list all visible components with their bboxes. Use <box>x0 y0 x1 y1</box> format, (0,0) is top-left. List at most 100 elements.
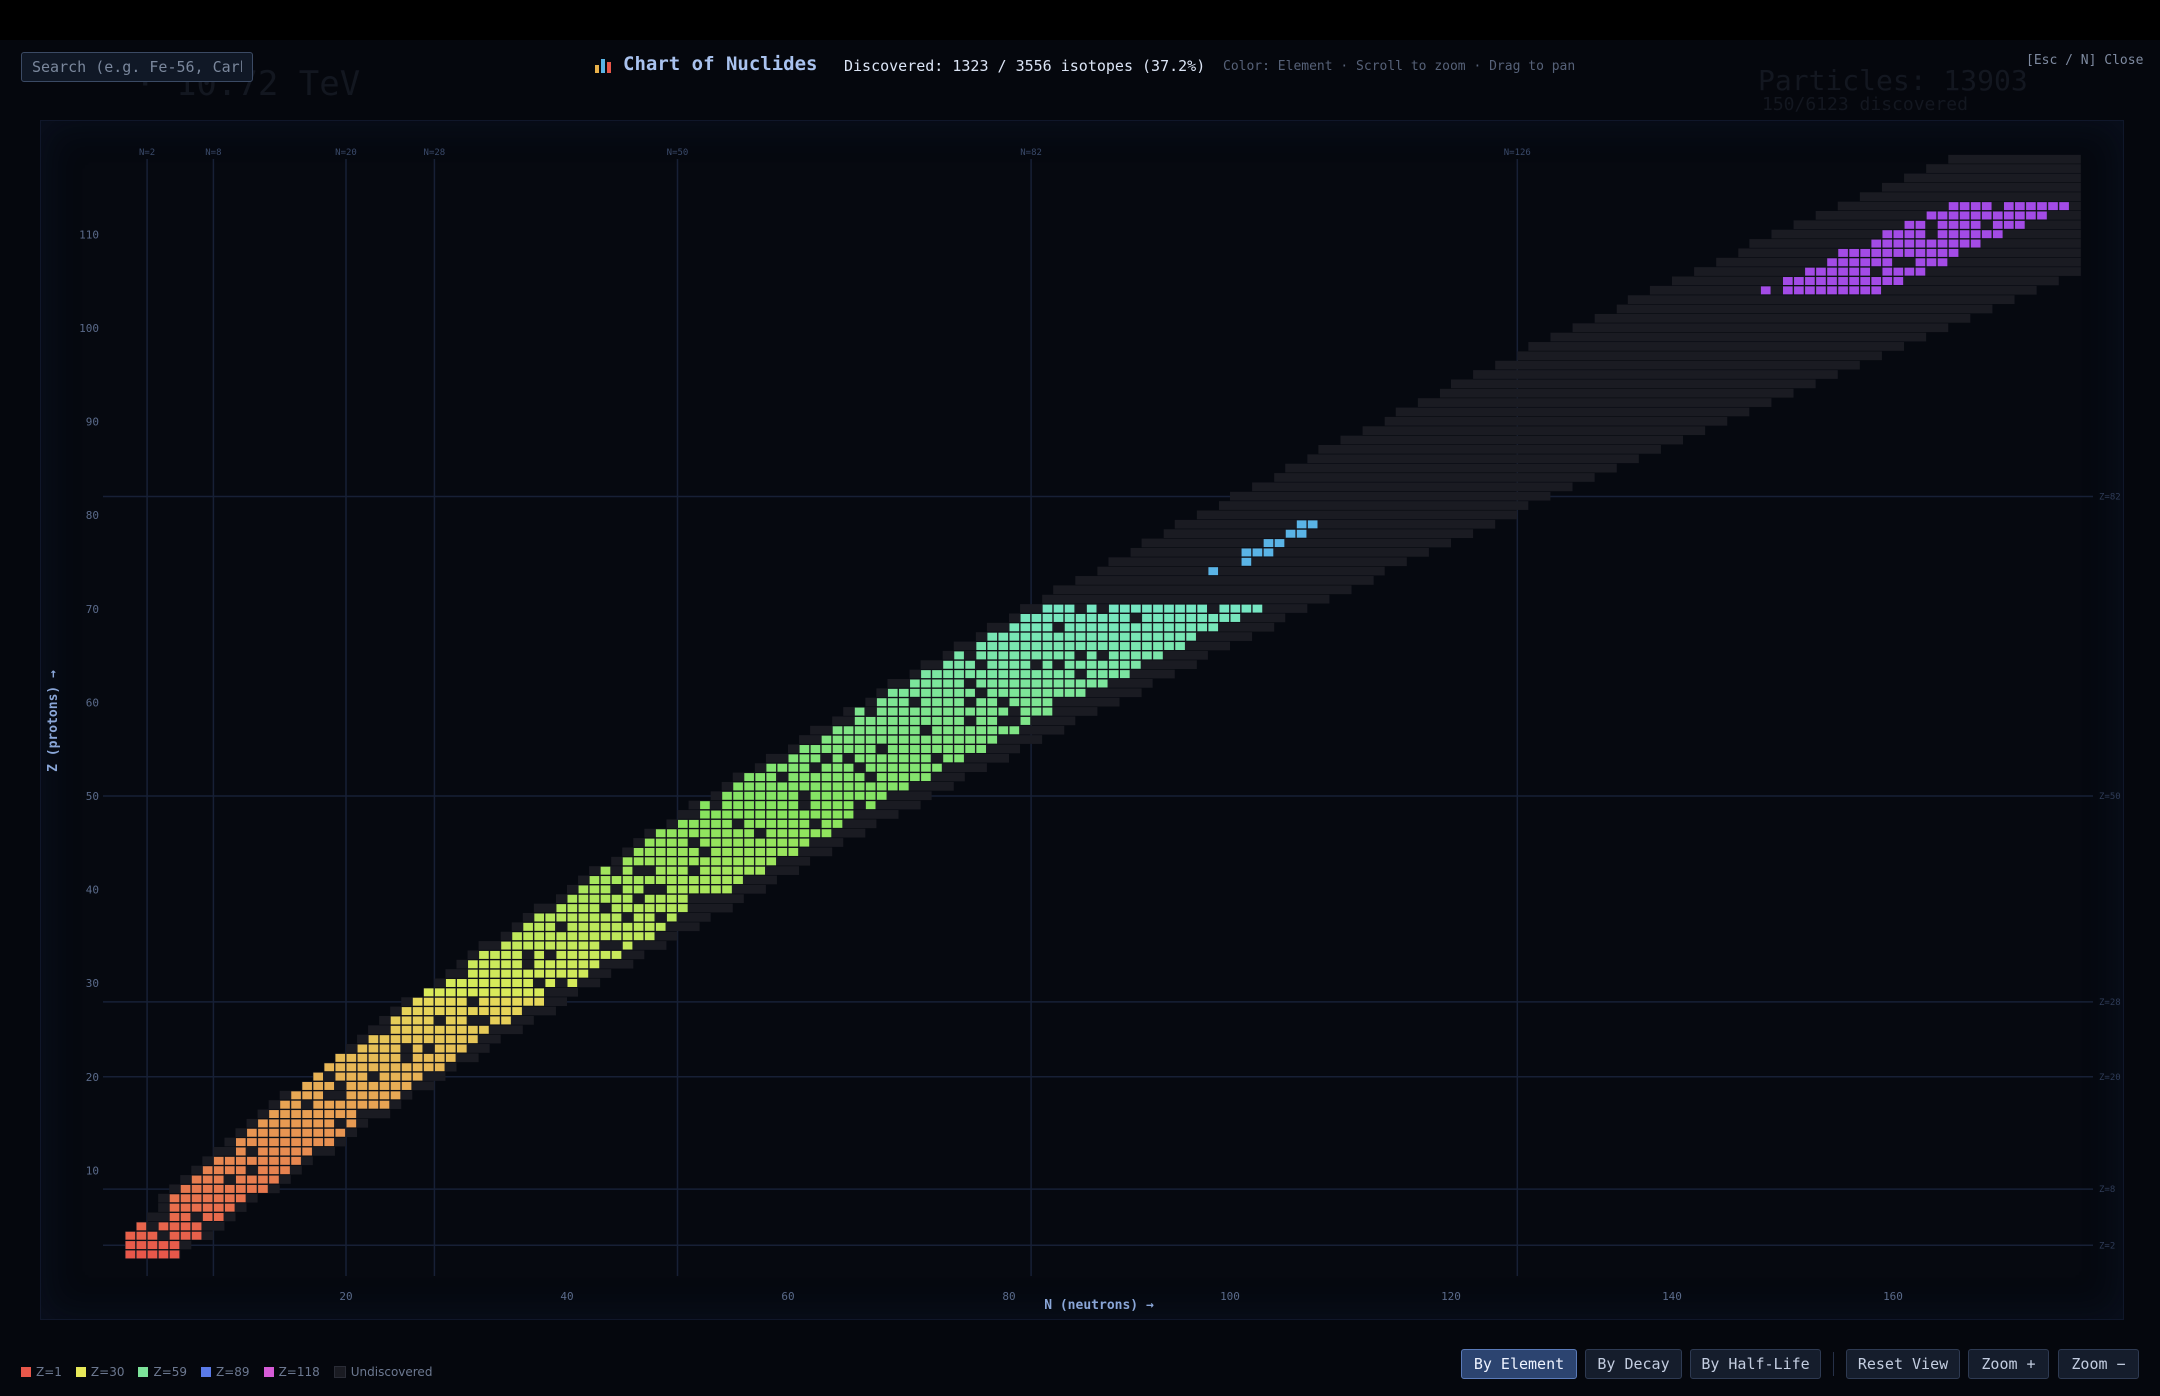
discovered-isotope-cell[interactable] <box>600 932 611 941</box>
discovered-isotope-cell[interactable] <box>224 1184 235 1193</box>
discovered-isotope-cell[interactable] <box>224 1156 235 1165</box>
discovered-isotope-cell[interactable] <box>412 1007 423 1016</box>
discovered-isotope-cell[interactable] <box>202 1213 213 1221</box>
discovered-isotope-cell[interactable] <box>932 716 942 725</box>
discovered-isotope-cell[interactable] <box>854 791 865 800</box>
discovered-isotope-cell[interactable] <box>213 1175 224 1184</box>
discovered-isotope-cell[interactable] <box>578 904 589 913</box>
discovered-isotope-cell[interactable] <box>755 791 765 800</box>
discovered-isotope-cell[interactable] <box>777 782 788 791</box>
discovered-isotope-cell[interactable] <box>1175 623 1185 632</box>
discovered-isotope-cell[interactable] <box>1031 698 1042 707</box>
discovered-isotope-cell[interactable] <box>1175 632 1185 641</box>
discovered-isotope-cell[interactable] <box>1142 623 1152 632</box>
discovered-isotope-cell[interactable] <box>633 922 644 931</box>
discovered-isotope-cell[interactable] <box>843 735 854 744</box>
discovered-isotope-cell[interactable] <box>1009 726 1020 735</box>
discovered-isotope-cell[interactable] <box>1926 239 1937 248</box>
discovered-isotope-cell[interactable] <box>954 716 964 725</box>
discovered-isotope-cell[interactable] <box>954 651 964 660</box>
discovered-isotope-cell[interactable] <box>335 1110 346 1119</box>
discovered-isotope-cell[interactable] <box>987 707 998 716</box>
discovered-isotope-cell[interactable] <box>1120 632 1130 641</box>
reset-view-button[interactable]: Reset View <box>1846 1349 1960 1379</box>
discovered-isotope-cell[interactable] <box>899 716 909 725</box>
discovered-isotope-cell[interactable] <box>600 913 611 922</box>
discovered-isotope-cell[interactable] <box>1053 613 1064 622</box>
discovered-isotope-cell[interactable] <box>479 1007 489 1016</box>
discovered-isotope-cell[interactable] <box>213 1213 224 1221</box>
discovered-isotope-cell[interactable] <box>1108 613 1119 622</box>
discovered-isotope-cell[interactable] <box>390 1081 401 1090</box>
discovered-isotope-cell[interactable] <box>1915 220 1926 229</box>
discovered-isotope-cell[interactable] <box>678 838 688 847</box>
discovered-isotope-cell[interactable] <box>655 829 666 838</box>
discovered-isotope-cell[interactable] <box>1009 632 1020 641</box>
discovered-isotope-cell[interactable] <box>247 1156 257 1165</box>
discovered-isotope-cell[interactable] <box>434 1025 445 1034</box>
discovered-isotope-cell[interactable] <box>302 1081 312 1090</box>
discovered-isotope-cell[interactable] <box>678 876 688 885</box>
discovered-isotope-cell[interactable] <box>1009 688 1020 697</box>
discovered-isotope-cell[interactable] <box>943 754 953 763</box>
discovered-isotope-cell[interactable] <box>788 782 799 791</box>
discovered-isotope-cell[interactable] <box>622 941 633 950</box>
discovered-isotope-cell[interactable] <box>1860 258 1870 267</box>
discovered-isotope-cell[interactable] <box>501 941 511 950</box>
discovered-isotope-cell[interactable] <box>567 932 578 941</box>
discovered-isotope-cell[interactable] <box>479 979 489 987</box>
discovered-isotope-cell[interactable] <box>1064 642 1075 651</box>
discovered-isotope-cell[interactable] <box>1020 623 1031 632</box>
discovered-isotope-cell[interactable] <box>1893 230 1904 239</box>
discovered-isotope-cell[interactable] <box>545 932 556 941</box>
discovered-isotope-cell[interactable] <box>434 1035 445 1044</box>
discovered-isotope-cell[interactable] <box>700 838 710 847</box>
discovered-isotope-cell[interactable] <box>1849 258 1859 267</box>
discovered-isotope-cell[interactable] <box>733 801 743 810</box>
discovered-isotope-cell[interactable] <box>611 894 622 903</box>
discovered-isotope-cell[interactable] <box>622 922 633 931</box>
discovered-isotope-cell[interactable] <box>379 1091 390 1100</box>
discovered-isotope-cell[interactable] <box>843 810 854 819</box>
discovered-isotope-cell[interactable] <box>722 885 732 894</box>
discovered-isotope-cell[interactable] <box>401 1072 412 1081</box>
discovered-isotope-cell[interactable] <box>744 801 754 810</box>
discovered-isotope-cell[interactable] <box>921 698 931 707</box>
discovered-isotope-cell[interactable] <box>457 1025 467 1034</box>
discovered-isotope-cell[interactable] <box>2037 202 2047 211</box>
discovered-isotope-cell[interactable] <box>876 698 887 707</box>
discovered-isotope-cell[interactable] <box>1031 642 1042 651</box>
discovered-isotope-cell[interactable] <box>158 1222 169 1231</box>
discovered-isotope-cell[interactable] <box>368 1044 379 1053</box>
discovered-isotope-cell[interactable] <box>445 1007 456 1016</box>
discovered-isotope-cell[interactable] <box>1020 688 1031 697</box>
discovered-isotope-cell[interactable] <box>490 969 500 978</box>
discovered-isotope-cell[interactable] <box>832 773 843 782</box>
discovered-isotope-cell[interactable] <box>954 660 964 669</box>
discovered-isotope-cell[interactable] <box>501 1016 511 1025</box>
discovered-isotope-cell[interactable] <box>445 1035 456 1044</box>
discovered-isotope-cell[interactable] <box>1086 632 1097 641</box>
discovered-isotope-cell[interactable] <box>445 1044 456 1053</box>
discovered-isotope-cell[interactable] <box>258 1166 268 1175</box>
discovered-isotope-cell[interactable] <box>766 857 777 866</box>
discovered-isotope-cell[interactable] <box>1042 660 1053 669</box>
discovered-isotope-cell[interactable] <box>291 1156 301 1165</box>
discovered-isotope-cell[interactable] <box>578 932 589 941</box>
discovered-isotope-cell[interactable] <box>125 1250 136 1259</box>
discovered-isotope-cell[interactable] <box>788 819 799 828</box>
discovered-isotope-cell[interactable] <box>722 819 732 828</box>
discovered-isotope-cell[interactable] <box>1120 613 1130 622</box>
discovered-isotope-cell[interactable] <box>1042 613 1053 622</box>
discovered-isotope-cell[interactable] <box>711 876 721 885</box>
discovered-isotope-cell[interactable] <box>932 726 942 735</box>
discovered-isotope-cell[interactable] <box>1042 604 1053 613</box>
discovered-isotope-cell[interactable] <box>744 829 754 838</box>
discovered-isotope-cell[interactable] <box>887 782 898 791</box>
discovered-isotope-cell[interactable] <box>733 782 743 791</box>
discovered-isotope-cell[interactable] <box>755 810 765 819</box>
discovered-isotope-cell[interactable] <box>1263 539 1274 548</box>
discovered-isotope-cell[interactable] <box>1075 632 1086 641</box>
discovered-isotope-cell[interactable] <box>269 1156 279 1165</box>
discovered-isotope-cell[interactable] <box>1849 286 1859 295</box>
